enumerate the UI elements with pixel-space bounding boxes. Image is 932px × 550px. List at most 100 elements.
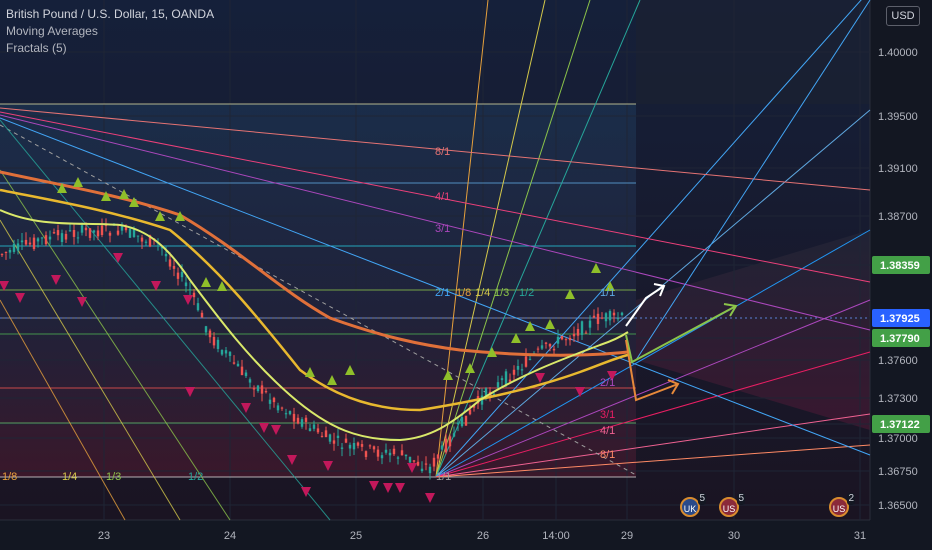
candle-body [304,417,308,422]
candle-body [244,372,248,377]
price-badge-label: 1.38359 [880,260,920,272]
candle-body [612,312,616,316]
us-event-count: 5 [737,493,745,505]
candle-body [368,445,372,447]
time-tick-label: 24 [224,530,236,542]
candle-body [16,243,20,251]
candle-body [364,451,368,457]
candle-body [416,461,420,466]
candle-body [248,379,252,383]
candle-body [96,230,100,237]
candle-body [60,233,64,242]
candle-body [452,433,456,437]
candle-body [388,452,392,456]
candle-body [572,333,576,337]
price-tick-label: 1.36500 [878,500,918,512]
candle-body [520,369,524,371]
candle-body [444,438,448,453]
candle-body [408,456,412,463]
chart-canvas[interactable]: 1/8 1/4 1/3 1/2 8/1 4/1 3/1 2/1 1/8 1/4 1/3 1/2 1/1 2… [0,0,932,550]
fan-label-lower: 4/1 [600,425,615,437]
candle-body [208,330,212,338]
candle-body [504,371,508,385]
price-tick-label: 1.37600 [878,355,918,367]
candle-body [500,378,504,381]
candle-body [168,259,172,267]
candle-body [596,313,600,324]
candle-body [172,265,176,269]
candle-body [324,430,328,438]
candle-body [188,289,192,291]
candle-body [608,311,612,321]
candle-body [412,460,416,462]
fan-label-bottom: 1/3 [106,471,121,483]
candle-body [384,449,388,453]
currency-button[interactable]: USD [886,6,920,26]
multi-event-icon[interactable]: US 2 [829,493,855,517]
candle-body [620,312,624,316]
symbol-title[interactable]: British Pound / U.S. Dollar, 15, OANDA [6,6,214,23]
candle-body [256,385,260,392]
candle-body [128,228,132,238]
candle-body [312,424,316,429]
candle-body [348,444,352,449]
candle-body [100,225,104,236]
candle-body [32,237,36,250]
candle-body [576,329,580,336]
time-axis-panel [0,520,932,550]
fan-label-upper: 4/1 [435,191,450,203]
price-tick-label: 1.39100 [878,163,918,175]
candle-body [308,428,312,432]
candle-body [284,413,288,415]
candle-body [268,399,272,404]
indicator-fractals[interactable]: Fractals (5) [6,40,214,57]
candle-body [592,315,596,318]
indicator-moving-averages[interactable]: Moving Averages [6,23,214,40]
candle-body [460,417,464,427]
candle-body [356,442,360,446]
candle-body [232,362,236,364]
candle-body [36,238,40,242]
fan-label-lower: 8/1 [600,449,615,461]
candle-body [56,230,60,236]
fan-label-upper: 8/1 [435,146,450,158]
candle-body [184,282,188,287]
candle-body [116,230,120,235]
candle-body [264,391,268,393]
fan-label-upper: 1/4 [475,287,490,299]
candle-body [144,241,148,243]
time-tick-label: 30 [728,530,740,542]
us-flag-label: US [722,504,736,514]
candle-body [220,349,224,355]
candle-body [528,358,532,360]
time-tick-label: 23 [98,530,110,542]
candle-body [420,468,424,472]
candle-body [64,233,68,240]
candle-body [552,348,556,351]
price-tick-label: 1.40000 [878,47,918,59]
candle-body [164,253,168,257]
candle-body [524,356,528,367]
candle-body [616,318,620,320]
candle-body [544,342,548,344]
candle-body [496,382,500,388]
candle-body [512,369,516,375]
candle-body [300,419,304,427]
candle-body [564,339,568,341]
candle-body [400,450,404,456]
candle-body [332,440,336,444]
uk-event-icon[interactable]: UK 5 [680,493,706,517]
candle-body [44,235,48,245]
candle-body [276,405,280,411]
candle-body [376,449,380,457]
price-badge-label: 1.37122 [880,419,920,431]
candle-body [192,292,196,298]
candle-body [424,463,428,465]
candle-body [80,225,84,233]
candle-body [4,251,8,253]
candle-body [436,454,440,459]
us-event-icon[interactable]: US 5 [719,493,745,517]
candle-body [272,397,276,403]
candle-body [52,232,56,234]
price-tick-label: 1.39500 [878,111,918,123]
